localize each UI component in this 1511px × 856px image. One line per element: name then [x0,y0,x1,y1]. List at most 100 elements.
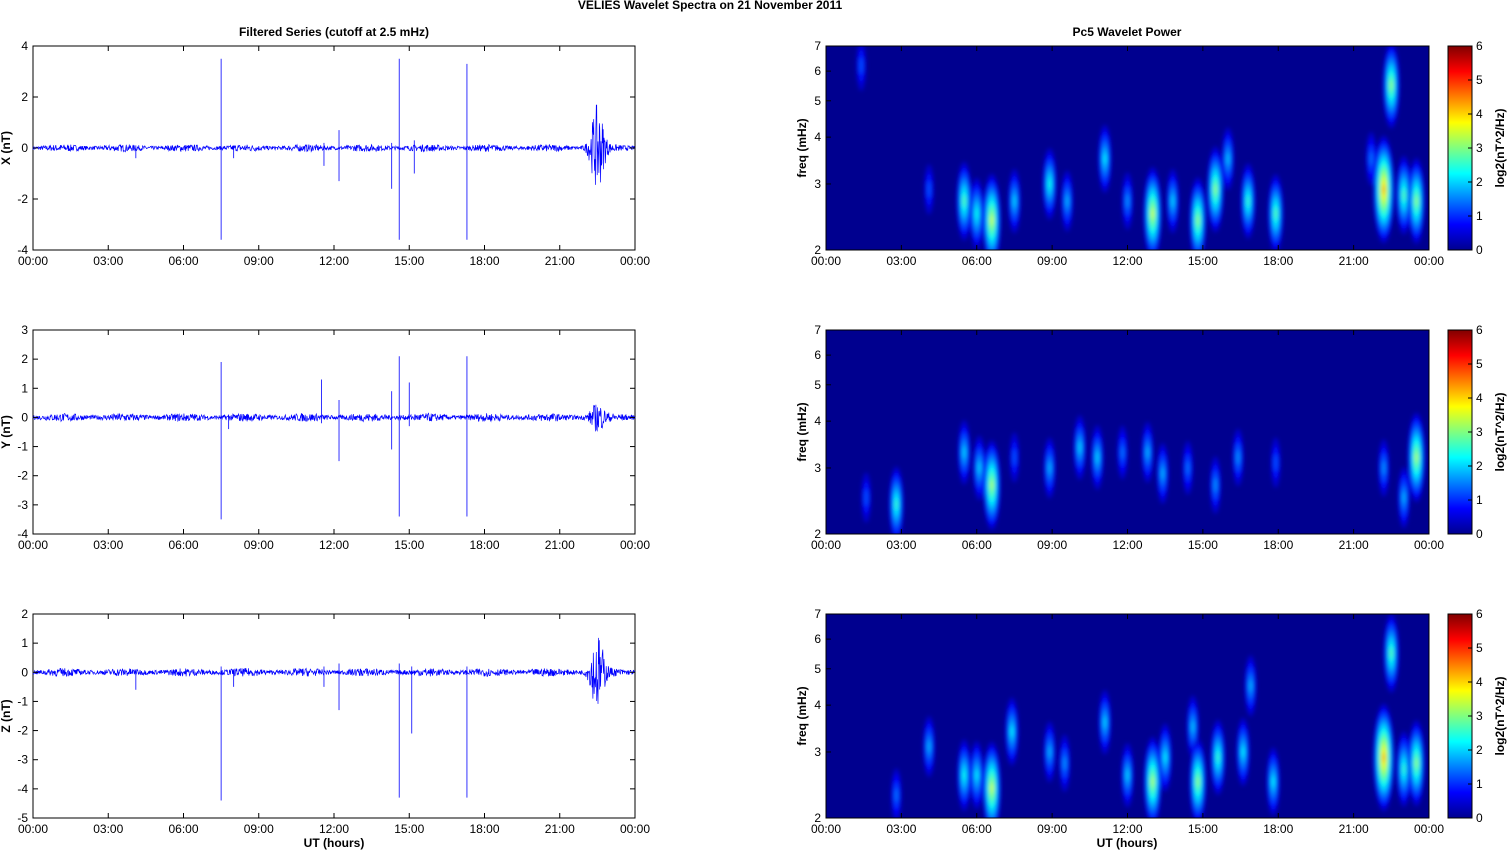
power-blob [1048,177,1052,190]
figure-title: VELIES Wavelet Spectra on 21 November 20… [578,0,843,12]
power-blob [927,740,931,753]
power-blob [894,788,898,802]
x-tick-label: 00:00 [620,538,650,552]
y-tick-label: -2 [17,192,28,206]
x-tick-label: 12:00 [319,538,349,552]
x-tick-label: 18:00 [1263,822,1293,836]
y-tick-label: 6 [814,348,821,362]
timeseries-panel-3: -5-4-3-2-101200:00 03:00 06:00 09:00 12:00 15… [0,607,650,836]
x-tick-label: 12:00 [1112,822,1142,836]
y-tick-label: 4 [814,130,821,144]
y-tick-label: 6 [814,632,821,646]
power-blob [1126,768,1129,782]
power-blob [1213,477,1217,493]
y-axis-label: freq (mHz) [795,686,809,745]
x-tick-label: 18:00 [469,822,499,836]
figure: VELIES Wavelet Spectra on 21 November 20… [0,0,1511,851]
power-blob [962,769,966,782]
y-tick-label: 7 [814,607,821,621]
colorbar-tick-label: 1 [1476,777,1483,791]
power-blob [859,57,863,75]
x-tick-label: 12:00 [1112,538,1142,552]
y-axis-label: X (nT) [0,131,13,165]
colorbar-tick-label: 1 [1476,493,1483,507]
left-xlabel: UT (hours) [304,836,365,850]
colorbar-label: log2(nT^2/Hz) [1493,676,1507,755]
power-blob [1226,152,1230,166]
y-tick-label: -3 [17,753,28,767]
y-tick-label: 2 [21,90,28,104]
x-tick-label: 00:00 [18,538,48,552]
power-blob [1274,454,1278,472]
y-tick-label: 7 [814,323,821,337]
power-blob [1274,208,1278,220]
y-tick-label: 5 [814,94,821,108]
y-tick-label: 0 [21,141,28,155]
colorbar-label: log2(nT^2/Hz) [1493,392,1507,471]
x-tick-label: 00:00 [18,822,48,836]
y-tick-label: -3 [17,498,28,512]
timeseries-panel-2: -4-3-2-1012300:00 03:00 06:00 09:00 12:00 15:… [0,323,650,552]
x-tick-label: 09:00 [1037,822,1067,836]
power-blob [1161,467,1165,480]
y-tick-label: -1 [17,440,28,454]
power-blob [975,769,979,781]
x-tick-label: 09:00 [1037,538,1067,552]
colorbar-tick-label: 3 [1476,425,1483,439]
x-tick-label: 21:00 [545,254,575,268]
power-blob [1382,752,1386,763]
power-blob [975,207,979,220]
x-tick-label: 06:00 [962,822,992,836]
x-tick-label: 03:00 [93,822,123,836]
colorbar-tick-label: 2 [1476,743,1483,757]
colorbar-tick-label: 0 [1476,527,1483,541]
x-tick-label: 03:00 [93,538,123,552]
x-tick-label: 00:00 [811,822,841,836]
x-tick-label: 12:00 [319,254,349,268]
colorbar-tick-label: 4 [1476,391,1483,405]
x-tick-label: 03:00 [886,822,916,836]
y-tick-label: 1 [21,636,28,650]
power-blob [1010,725,1014,738]
power-blob [1012,449,1017,466]
spectrum-panel-1: 2 3 4 5 6 7 00:00 03:00 06:00 09:00 12:00 15:00 18:0… [795,39,1507,268]
x-tick-label: 15:00 [394,822,424,836]
x-tick-label: 21:00 [1339,538,1369,552]
x-tick-label: 00:00 [620,822,650,836]
y-tick-label: 5 [814,378,821,392]
x-tick-label: 00:00 [1414,254,1444,268]
colorbar-tick-label: 2 [1476,175,1483,189]
y-axis-label: freq (mHz) [795,402,809,461]
colorbar-tick-label: 1 [1476,209,1483,223]
chart-canvas: VELIES Wavelet Spectra on 21 November 20… [0,0,1507,850]
plot-area [32,613,636,819]
colorbar-tick-label: 0 [1476,243,1483,257]
y-tick-label: 4 [21,39,28,53]
x-tick-label: 06:00 [168,538,198,552]
x-tick-label: 09:00 [244,822,274,836]
timeseries-panel-1: -4-202400:00 03:00 06:00 09:00 12:00 15:00 18:… [0,39,650,268]
colorbar-tick-label: 5 [1476,357,1483,371]
colorbar-tick-label: 6 [1476,39,1483,53]
power-blob [1186,461,1190,475]
y-tick-label: -4 [17,782,28,796]
x-tick-label: 15:00 [1188,254,1218,268]
colorbar-label: log2(nT^2/Hz) [1493,108,1507,187]
x-tick-label: 21:00 [545,538,575,552]
x-tick-label: 21:00 [1339,254,1369,268]
x-tick-label: 09:00 [1037,254,1067,268]
power-blob [1382,460,1386,476]
colorbar-tick-label: 4 [1476,675,1483,689]
x-tick-label: 06:00 [962,254,992,268]
y-tick-label: 3 [814,461,821,475]
power-blob [1163,751,1167,764]
y-tick-label: -1 [17,694,28,708]
power-blob [1103,153,1107,165]
x-tick-label: 18:00 [469,254,499,268]
y-tick-label: 5 [814,662,821,676]
power-blob [1151,776,1155,787]
x-tick-label: 00:00 [1414,822,1444,836]
x-tick-label: 06:00 [168,254,198,268]
y-tick-label: 2 [21,607,28,621]
power-blob [1048,461,1052,475]
